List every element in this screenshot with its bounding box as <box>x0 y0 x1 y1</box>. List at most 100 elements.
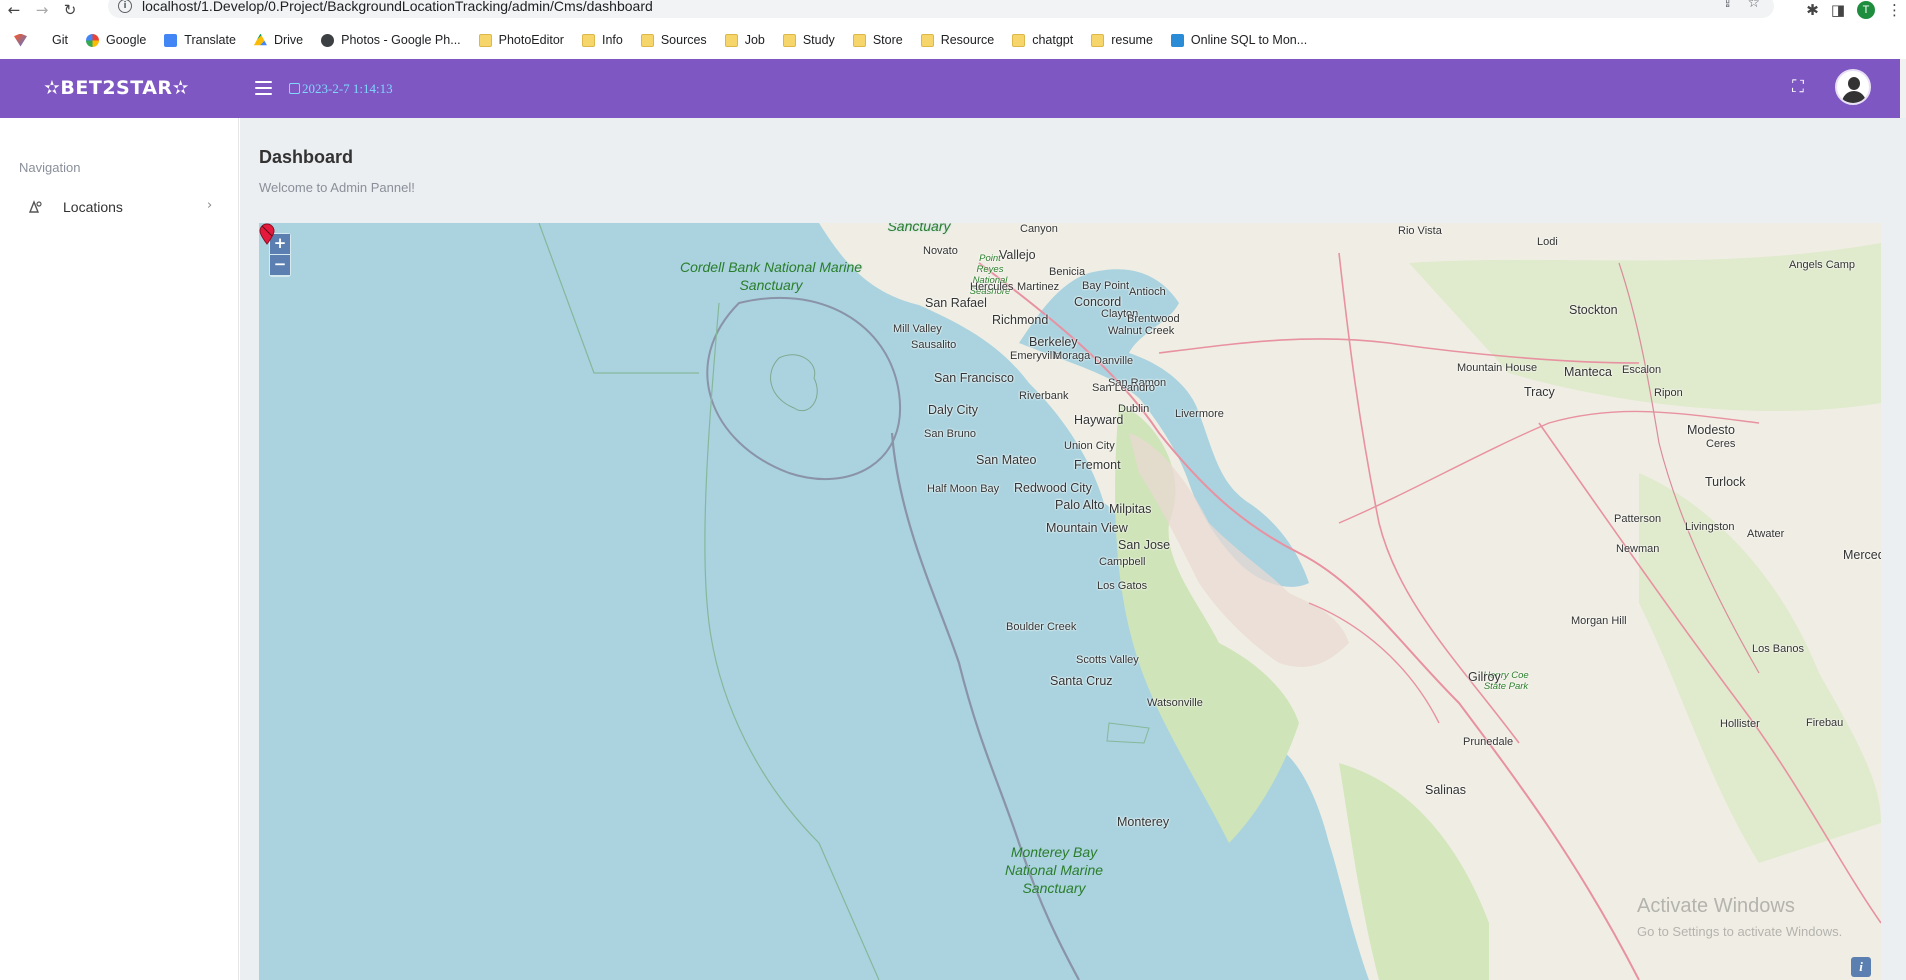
bookmark-drive[interactable]: Drive <box>253 33 304 47</box>
bookmark-study[interactable]: Study <box>782 33 835 47</box>
menu-toggle-icon[interactable] <box>255 81 272 95</box>
sidebar-item-locations[interactable]: Locations › <box>0 190 239 224</box>
bookmark-resource[interactable]: Resource <box>920 33 994 47</box>
bookmark-label: Job <box>744 33 765 47</box>
side-panel-icon[interactable]: ◨ <box>1831 1 1845 19</box>
bookmark-label: Google <box>105 33 147 47</box>
user-avatar[interactable] <box>1835 69 1871 105</box>
place-label: Manteca <box>1564 365 1612 379</box>
bookmark-label: Online SQL to Mon... <box>1190 33 1308 47</box>
url-text[interactable]: localhost/1.Develop/0.Project/Background… <box>142 0 653 14</box>
bookmark-label: Sources <box>660 33 707 47</box>
place-label: Patterson <box>1614 513 1662 525</box>
bookmark-online-sql[interactable]: Online SQL to Mon... <box>1170 33 1308 47</box>
place-label: Morgan Hill <box>1571 615 1627 627</box>
profile-avatar[interactable]: T <box>1857 1 1875 19</box>
place-label: Gilroy <box>1468 670 1501 684</box>
place-label: Boulder Creek <box>1006 621 1077 633</box>
place-label: Hayward <box>1074 413 1124 427</box>
brand-logo[interactable]: ✫BET2STAR✫ <box>44 77 189 99</box>
place-label: Los Banos <box>1752 643 1804 655</box>
bookmark-label: Git <box>52 33 68 47</box>
main-content: Dashboard Welcome to Admin Pannel! + − C… <box>240 118 1906 980</box>
app-favicon-icon <box>14 33 27 47</box>
place-label: Antioch <box>1129 286 1166 298</box>
back-button[interactable]: ← <box>0 0 28 20</box>
clock-icon <box>289 83 300 94</box>
drive-icon <box>253 33 267 46</box>
place-label: Brentwood <box>1127 313 1180 325</box>
place-label: Turlock <box>1705 475 1746 489</box>
place-label: Moraga <box>1053 350 1091 362</box>
app-header: ✫BET2STAR✫ 2023-2-7 1:14:13 ⛶ <box>0 59 1900 118</box>
place-label: Rio Vista <box>1398 225 1442 237</box>
bookmark-resume[interactable]: resume <box>1091 33 1153 47</box>
browser-menu-icon[interactable]: ⋮ <box>1887 1 1902 19</box>
share-icon[interactable]: ⇪ <box>1722 0 1734 11</box>
folder-icon <box>1012 33 1026 47</box>
location-marker-icon[interactable] <box>259 223 275 245</box>
place-label: Modesto <box>1687 423 1735 437</box>
bookmark-photos[interactable]: Photos - Google Ph... <box>321 33 461 47</box>
sanctuary-label: Cordell Bank National Marine Sanctuary <box>679 259 863 293</box>
bookmark-label: resume <box>1111 33 1153 47</box>
place-label: San Francisco <box>934 371 1014 385</box>
place-label: Livingston <box>1685 521 1735 533</box>
forward-button[interactable]: → <box>28 0 56 20</box>
activation-watermark-text: Go to Settings to activate Windows. <box>1637 924 1843 939</box>
bookmark-info[interactable]: Info <box>581 33 623 47</box>
location-map[interactable]: + − Cordell Bank National Marine Sanctua… <box>259 223 1881 980</box>
bookmark-photoeditor[interactable]: PhotoEditor <box>478 33 564 47</box>
bookmark-star-icon[interactable]: ☆ <box>1747 0 1760 11</box>
clock-text: 2023-2-7 1:14:13 <box>302 81 393 96</box>
place-label: Monterey <box>1117 815 1170 829</box>
place-label: San Mateo <box>976 453 1037 467</box>
place-label: Hollister <box>1720 718 1760 730</box>
fullscreen-icon[interactable]: ⛶ <box>1788 77 1808 97</box>
place-label: Watsonville <box>1147 697 1203 709</box>
zoom-out-button[interactable]: − <box>270 255 290 275</box>
folder-icon <box>724 33 738 47</box>
page-title: Dashboard <box>259 147 354 167</box>
extensions-icon[interactable]: ✱ <box>1806 1 1819 19</box>
map-pin-icon <box>28 200 42 213</box>
bookmark-git[interactable]: Git <box>52 33 68 47</box>
folder-icon <box>852 33 866 47</box>
place-label: Bay Point <box>1082 280 1130 292</box>
reload-button[interactable]: ↻ <box>56 0 84 20</box>
address-bar[interactable]: i localhost/1.Develop/0.Project/Backgrou… <box>108 0 1774 18</box>
bookmark-label: Drive <box>273 33 304 47</box>
place-label: Danville <box>1094 355 1134 367</box>
place-label: San Leandro <box>1092 382 1155 394</box>
activation-watermark-title: Activate Windows <box>1637 895 1795 917</box>
bookmark-chatgpt[interactable]: chatgpt <box>1012 33 1073 47</box>
place-label: Walnut Creek <box>1108 325 1175 337</box>
sidebar: Navigation Locations › <box>0 118 239 980</box>
bookmark-label: Info <box>601 33 623 47</box>
place-label: Fremont <box>1074 458 1121 472</box>
place-label: Sausalito <box>911 339 957 351</box>
place-label: San Rafael <box>925 296 987 310</box>
bookmark-label: chatgpt <box>1032 33 1074 47</box>
map-attribution-button[interactable]: i <box>1851 957 1871 977</box>
site-info-icon[interactable]: i <box>118 0 132 13</box>
folder-icon <box>640 33 654 47</box>
bookmark-google[interactable]: Google <box>85 33 147 47</box>
place-label: Stockton <box>1569 303 1618 317</box>
place-label: Half Moon Bay <box>927 483 1000 495</box>
bookmark-sources[interactable]: Sources <box>640 33 707 47</box>
place-label: Benicia <box>1049 266 1086 278</box>
folder-icon <box>920 33 934 47</box>
bookmark-translate[interactable]: Translate <box>164 33 236 47</box>
bookmark-job[interactable]: Job <box>724 33 765 47</box>
place-label: Campbell <box>1099 556 1146 568</box>
place-label: Salinas <box>1425 783 1466 797</box>
bookmark-favicon[interactable] <box>14 33 34 47</box>
place-label: Lodi <box>1537 236 1558 248</box>
bookmark-label: Store <box>872 33 903 47</box>
place-label: Angels Camp <box>1789 259 1856 271</box>
place-label: Hercules <box>970 281 1014 293</box>
place-label: San Jose <box>1118 538 1171 552</box>
bookmark-store[interactable]: Store <box>852 33 903 47</box>
google-icon <box>85 33 99 47</box>
